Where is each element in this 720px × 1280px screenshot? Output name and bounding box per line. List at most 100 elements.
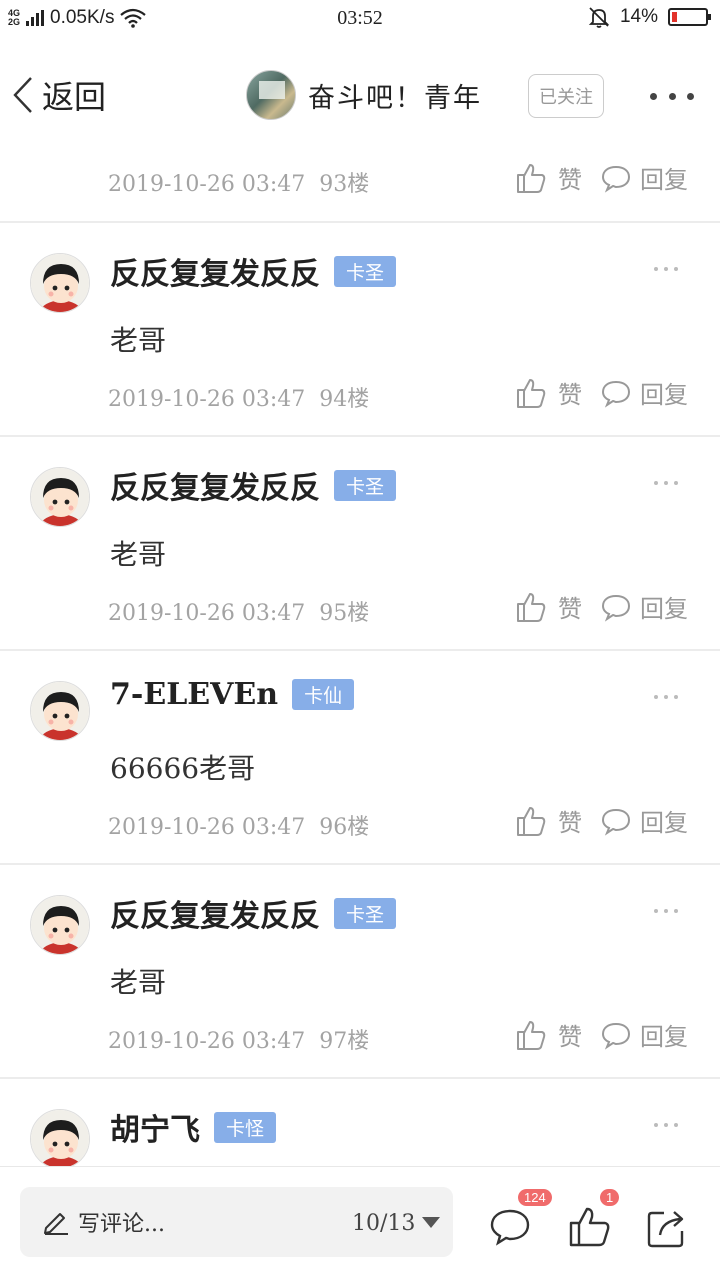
reply-label: 回复 [640,166,688,194]
share-icon[interactable] [646,1205,690,1249]
like-label: 赞 [558,381,582,409]
author-name: 反反复复发反反 [110,257,320,292]
level-badge: 卡圣 [334,897,397,929]
like-count-badge: 1 [600,1189,620,1206]
post-author[interactable]: 反反复复发反反 卡圣 [110,249,397,293]
reply-label: 回复 [640,595,688,623]
forum-name: 奋斗吧！青年 [308,82,482,114]
reply-button[interactable]: 回复 [600,375,688,410]
post-item[interactable]: 7-ELEVEn 卡仙 66666老哥 2019-10-26 03:47 96楼… [0,651,720,865]
comment-placeholder: 写评论... [78,1212,165,1237]
battery-icon [668,8,711,26]
battery-percent: 14% [619,6,658,27]
post-meta: 2019-10-26 03:47 97楼 赞 回复 [108,1017,708,1057]
reply-button[interactable]: 回复 [600,803,688,838]
post-item[interactable]: 反反复复发反反 卡圣 老哥 2019-10-26 03:47 97楼 赞 回复 [0,865,720,1079]
status-right: 14% [588,6,711,28]
more-options-button[interactable] [650,78,694,114]
post-more-icon[interactable] [654,1123,678,1127]
post-meta: 2019-10-26 03:47 95楼 赞 回复 [108,589,708,629]
comment-icon [601,594,631,622]
post-meta-time: 2019-10-26 03:47 93楼 [108,172,370,197]
avatar[interactable] [30,895,90,955]
bell-muted-icon [588,7,610,28]
comment-icon [601,1022,631,1050]
post-author[interactable]: 反反复复发反反 卡圣 [110,463,397,507]
thumb-up-icon [517,592,546,622]
status-bar: 4G 2G 0.05K/s 03:52 14% [0,0,720,38]
follow-button[interactable]: 已关注 [528,74,604,118]
post-more-icon[interactable] [654,695,678,699]
avatar[interactable] [30,253,90,313]
like-button[interactable]: 赞 [516,589,582,624]
like-label: 赞 [558,166,582,194]
thumb-up-icon [517,806,546,836]
reply-button[interactable]: 回复 [600,160,688,195]
like-button[interactable]: 赞 [516,375,582,410]
dot-icon [668,92,676,100]
post-more-icon[interactable] [654,909,678,913]
caret-down-icon[interactable] [422,1217,440,1228]
thumb-up-icon [517,378,546,408]
level-badge: 卡圣 [334,255,397,287]
post-author[interactable]: 胡宁飞 卡怪 [110,1105,277,1149]
avatar[interactable] [30,467,90,527]
level-badge: 卡圣 [334,469,397,501]
dot-icon [650,92,657,100]
reply-label: 回复 [640,1023,688,1051]
post-item[interactable]: 反反复复发反反 卡圣 老哥 2019-10-26 03:47 94楼 赞 回复 [0,223,720,437]
page-indicator[interactable]: 10/13 [352,1211,415,1236]
comment-icon [601,380,631,408]
post-author[interactable]: 反反复复发反反 卡圣 [110,891,397,935]
back-label: 返回 [42,78,107,116]
battery-level [672,12,678,22]
forum-avatar [246,70,296,120]
post-meta-time: 2019-10-26 03:47 94楼 [108,387,370,412]
reply-button[interactable]: 回复 [600,1017,688,1052]
author-name: 7-ELEVEn [110,677,279,712]
level-badge: 卡怪 [214,1111,277,1143]
comment-icon [601,165,631,193]
post-content: 老哥 [110,966,167,999]
like-label: 赞 [558,595,582,623]
post-meta-time: 2019-10-26 03:47 96楼 [108,815,370,840]
post-more-icon[interactable] [654,481,678,485]
reply-label: 回复 [640,809,688,837]
post-meta-time: 2019-10-26 03:47 95楼 [108,601,370,626]
back-button[interactable]: 返回 [12,72,106,118]
comment-count-badge: 124 [518,1189,552,1206]
author-name: 胡宁飞 [110,1113,200,1148]
avatar[interactable] [30,1109,90,1169]
author-name: 反反复复发反反 [110,471,320,506]
nav-bar: 返回 奋斗吧！青年 已关注 [0,38,720,148]
thumb-up-icon [517,163,546,193]
post-meta-time: 2019-10-26 03:47 97楼 [108,1029,370,1054]
floor-meta-93: 2019-10-26 03:47 93楼 赞 回复 [108,160,708,200]
post-content: 老哥 [110,538,167,571]
post-content: 66666老哥 [110,752,256,785]
thumb-up-icon [517,1020,546,1050]
dot-icon [687,92,694,100]
author-name: 反反复复发反反 [110,899,320,934]
forum-header[interactable]: 奋斗吧！青年 [246,70,482,120]
bottom-bar: 写评论... 10/13 124 1 [0,1166,720,1280]
comment-icon[interactable] [488,1205,532,1249]
avatar[interactable] [30,681,90,741]
chevron-left-icon [13,77,32,113]
reply-label: 回复 [640,381,688,409]
comment-icon [601,808,631,836]
post-author[interactable]: 7-ELEVEn 卡仙 [110,677,355,712]
post-meta: 2019-10-26 03:47 96楼 赞 回复 [108,803,708,843]
like-button[interactable]: 赞 [516,803,582,838]
thumb-up-icon[interactable] [568,1205,612,1249]
post-item[interactable]: 反反复复发反反 卡圣 老哥 2019-10-26 03:47 95楼 赞 回复 [0,437,720,651]
like-label: 赞 [558,809,582,837]
pencil-icon [44,1213,68,1235]
post-meta: 2019-10-26 03:47 94楼 赞 回复 [108,375,708,415]
comment-input[interactable]: 写评论... 10/13 [20,1187,453,1257]
post-more-icon[interactable] [654,267,678,271]
reply-button[interactable]: 回复 [600,589,688,624]
like-button[interactable]: 赞 [516,160,582,195]
like-button[interactable]: 赞 [516,1017,582,1052]
post-content: 老哥 [110,324,167,357]
